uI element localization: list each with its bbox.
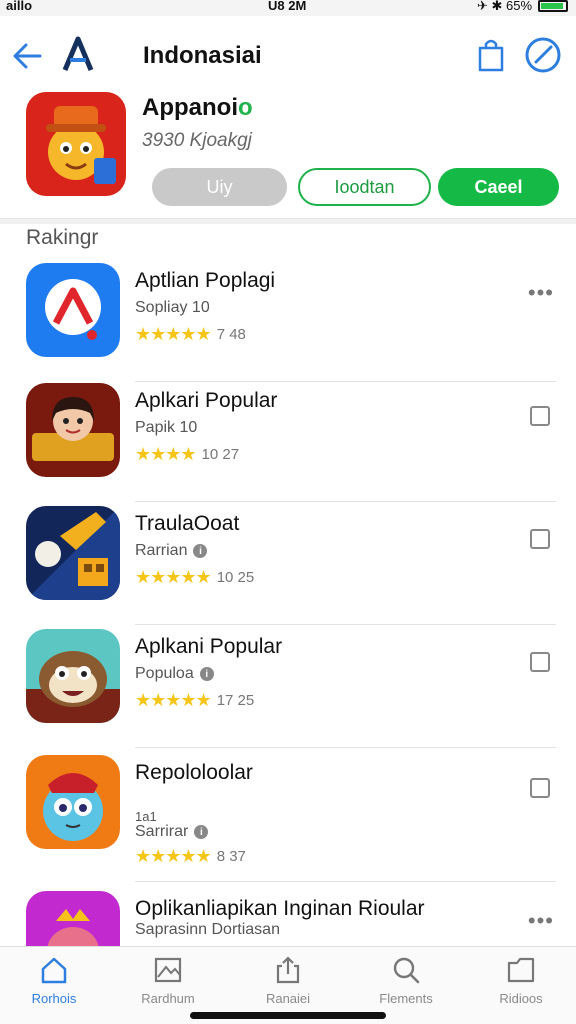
status-icons: ✈ ✱ 65% <box>476 0 532 13</box>
app-rating: ★★★★★ 10 25 <box>135 567 254 588</box>
app-category: Rarrian i <box>135 542 208 560</box>
list-item[interactable]: Repololoolar 1a1 Sarrirar i ★★★★★ 8 37 <box>0 750 576 882</box>
app-name: Aplkari Popular <box>135 389 278 412</box>
rating-stars: ★★★★★ <box>135 567 212 587</box>
app-category: Saprasinn Dortiasan <box>135 921 280 939</box>
home-icon <box>41 957 67 984</box>
section-label: Rakingr <box>26 226 99 249</box>
tab-label: Flements <box>379 991 433 1006</box>
app-rating: ★★★★ 10 27 <box>135 444 239 465</box>
compass-icon[interactable] <box>524 36 562 74</box>
photo-icon <box>154 957 182 983</box>
app-name: Repololoolar <box>135 761 253 784</box>
app-icon <box>26 383 120 477</box>
tab-label: Rorhois <box>31 991 77 1006</box>
app-category: Sarrirar i <box>135 823 209 841</box>
rating-stars: ★★★★★ <box>135 846 212 866</box>
rating-value: 10 27 <box>201 446 240 463</box>
list-item[interactable]: Oplikanliapikan Inginan Rioular Saprasin… <box>0 886 576 946</box>
gray-pill-button[interactable]: Uiy <box>152 168 287 206</box>
app-rating: ★★★★★ 8 37 <box>135 846 246 867</box>
appstore-logo-icon[interactable] <box>62 36 94 72</box>
tab-folder[interactable]: Ridioos <box>476 955 566 1011</box>
list-item[interactable]: Aplkani Popular Populoa i ★★★★★ 17 25 <box>0 624 576 748</box>
app-icon <box>26 755 120 849</box>
rating-value: 7 48 <box>216 326 246 343</box>
app-name: Aptlian Poplagi <box>135 269 276 292</box>
home-indicator[interactable] <box>190 1012 386 1019</box>
featured-app-subtitle: 3930 Kjoakgj <box>142 130 252 151</box>
app-name: Aplkani Popular <box>135 635 283 658</box>
back-arrow-icon[interactable] <box>10 38 46 74</box>
select-checkbox[interactable] <box>530 778 550 798</box>
app-icon <box>26 263 120 357</box>
get-button[interactable]: Caeel <box>438 168 559 206</box>
app-rating: ★★★★★ 7 48 <box>135 324 246 345</box>
battery-icon <box>538 0 568 12</box>
select-checkbox[interactable] <box>530 652 550 672</box>
tab-label: Rardhum <box>141 991 195 1006</box>
app-icon <box>26 506 120 600</box>
tab-home[interactable]: Rorhois <box>9 955 99 1011</box>
tab-label: Ranaiei <box>265 991 311 1006</box>
navigation-bar: Indonasiai <box>0 16 576 92</box>
status-right: ✈ ✱ 65% <box>477 0 568 14</box>
tab-search[interactable]: Flements <box>361 955 451 1011</box>
tab-label: Ridioos <box>499 991 543 1006</box>
app-category-text: Papik 10 <box>135 419 198 436</box>
app-category-text: Sopliay 10 <box>135 299 210 316</box>
shopping-bag-icon[interactable] <box>476 38 506 72</box>
select-checkbox[interactable] <box>530 529 550 549</box>
share-icon <box>276 956 300 984</box>
featured-app-icon[interactable] <box>26 92 126 196</box>
app-category: Papik 10 <box>135 419 197 437</box>
app-name: TraulaOoat <box>135 512 240 535</box>
info-icon: i <box>193 544 208 558</box>
signal-indicator: aillo <box>6 0 33 13</box>
featured-app-title-main: Appanoi <box>142 94 238 121</box>
list-item[interactable]: Aplkari Popular Papik 10 ★★★★ 10 27 <box>0 378 576 502</box>
app-icon <box>26 629 120 723</box>
featured-app-title: Appanoio <box>142 94 253 122</box>
featured-app: Appanoio 3930 Kjoakgj Uiy Ioodtan Caeel <box>0 92 576 218</box>
status-bar: aillo U8 2M ✈ ✱ 65% <box>0 0 576 16</box>
app-category-text: Rarrian <box>135 542 188 559</box>
app-category-text: Populoa <box>135 665 194 682</box>
rating-value: 17 25 <box>216 692 255 709</box>
list-item[interactable]: TraulaOoat Rarrian i ★★★★★ 10 25 <box>0 501 576 625</box>
tab-share[interactable]: Ranaiei <box>243 955 333 1011</box>
rating-stars: ★★★★ <box>135 444 197 464</box>
rating-stars: ★★★★★ <box>135 324 212 344</box>
search-icon <box>393 957 420 984</box>
featured-app-title-accent: o <box>238 94 253 121</box>
row-separator <box>135 881 556 882</box>
app-category-text: Saprasinn Dortiasan <box>135 921 280 938</box>
select-checkbox[interactable] <box>530 406 550 426</box>
folder-icon <box>507 957 535 983</box>
app-extra: 1a1 <box>135 809 157 824</box>
tab-photos[interactable]: Rardhum <box>123 955 213 1011</box>
app-category-text: Sarrirar <box>135 823 189 840</box>
page-title: Indonasiai <box>143 42 262 69</box>
app-category: Sopliay 10 <box>135 299 210 317</box>
row-separator <box>135 747 556 748</box>
more-options-icon[interactable]: ••• <box>528 908 554 934</box>
app-category: Populoa i <box>135 665 214 683</box>
info-icon: i <box>194 825 209 839</box>
rating-value: 10 25 <box>216 569 255 586</box>
app-icon <box>26 891 120 946</box>
rating-stars: ★★★★★ <box>135 690 212 710</box>
more-options-icon[interactable]: ••• <box>528 280 554 306</box>
app-name: Oplikanliapikan Inginan Rioular <box>135 897 425 920</box>
outline-pill-button[interactable]: Ioodtan <box>298 168 431 206</box>
status-time: U8 2M <box>268 0 307 13</box>
info-icon: i <box>199 667 214 681</box>
rating-value: 8 37 <box>216 848 246 865</box>
section-divider <box>0 218 576 224</box>
app-list: Aptlian Poplagi Sopliay 10 ★★★★★ 7 48 ••… <box>0 258 576 946</box>
app-rating: ★★★★★ 17 25 <box>135 690 254 711</box>
list-item[interactable]: Aptlian Poplagi Sopliay 10 ★★★★★ 7 48 ••… <box>0 258 576 382</box>
